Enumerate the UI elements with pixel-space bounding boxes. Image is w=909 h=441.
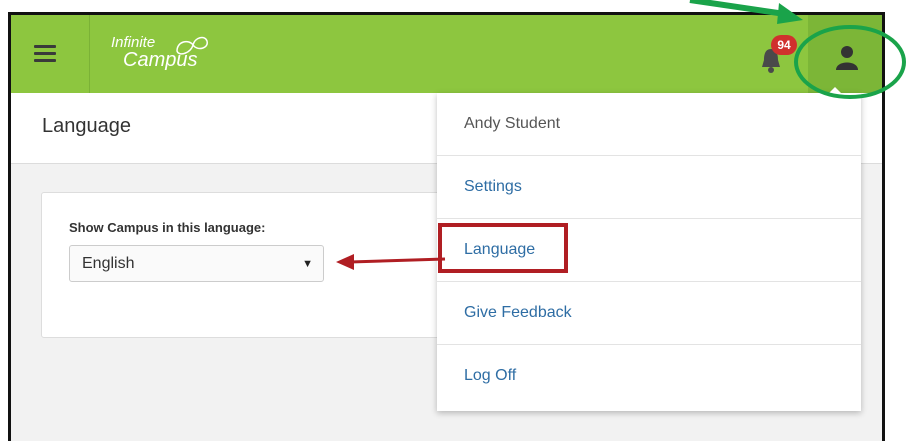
red-arrow <box>336 254 446 270</box>
green-arrow <box>689 0 803 24</box>
annotation-overlay <box>336 0 906 270</box>
green-circle <box>794 25 906 99</box>
